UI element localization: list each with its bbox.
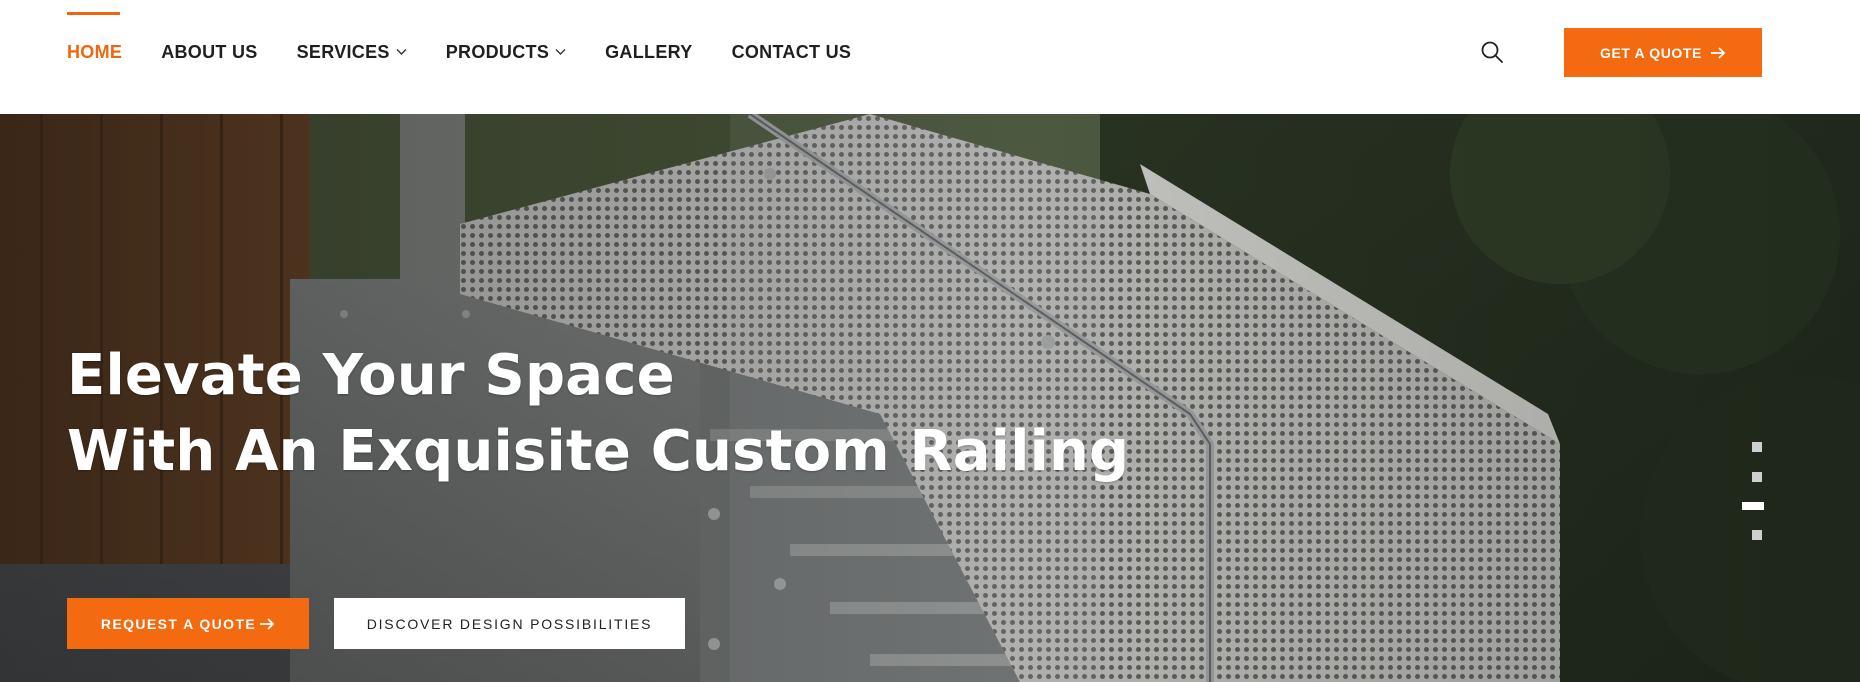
hero-title-line-1: Elevate Your Space <box>67 343 675 408</box>
request-a-quote-label: REQUEST A QUOTE <box>100 615 257 632</box>
main-navigation: HOME ABOUT US SERVICES PRODUCTS GALLERY … <box>67 11 890 64</box>
arrow-right-icon <box>1711 46 1726 59</box>
get-a-quote-button[interactable]: GET A QUOTE <box>1564 28 1762 77</box>
discover-design-possibilities-button[interactable]: DISCOVER DESIGN POSSIBILITIES <box>334 598 685 649</box>
nav-services[interactable]: SERVICES <box>297 42 407 63</box>
nav-products[interactable]: PRODUCTS <box>446 42 566 63</box>
nav-services-label: SERVICES <box>296 41 390 62</box>
slider-dot-2[interactable] <box>1752 472 1762 482</box>
nav-gallery[interactable]: GALLERY <box>605 42 692 63</box>
chevron-down-icon <box>555 49 566 55</box>
discover-design-possibilities-label: DISCOVER DESIGN POSSIBILITIES <box>366 615 653 632</box>
hero-title-line-2: With An Exquisite Custom Railing <box>67 419 1130 484</box>
site-header: HOME ABOUT US SERVICES PRODUCTS GALLERY … <box>0 0 1860 114</box>
nav-contact-us-label: CONTACT US <box>731 41 852 62</box>
hero-title: Elevate Your Space With An Exquisite Cus… <box>67 338 1129 490</box>
chevron-down-icon <box>396 49 407 55</box>
nav-gallery-label: GALLERY <box>605 41 693 62</box>
nav-home[interactable]: HOME <box>67 11 123 63</box>
arrow-right-icon <box>260 617 275 630</box>
nav-products-label: PRODUCTS <box>445 41 550 62</box>
nav-home-label: HOME <box>67 41 123 62</box>
nav-contact-us[interactable]: CONTACT US <box>732 42 852 63</box>
slider-dot-1[interactable] <box>1752 442 1762 452</box>
slider-dot-4[interactable] <box>1752 530 1762 540</box>
get-a-quote-label: GET A QUOTE <box>1599 44 1702 61</box>
slider-dot-3[interactable] <box>1742 502 1764 510</box>
request-a-quote-button[interactable]: REQUEST A QUOTE <box>67 598 309 649</box>
nav-about-us-label: ABOUT US <box>161 41 258 62</box>
hero-section: Elevate Your Space With An Exquisite Cus… <box>0 114 1860 682</box>
nav-about-us[interactable]: ABOUT US <box>161 42 257 63</box>
search-icon[interactable] <box>1480 40 1504 64</box>
